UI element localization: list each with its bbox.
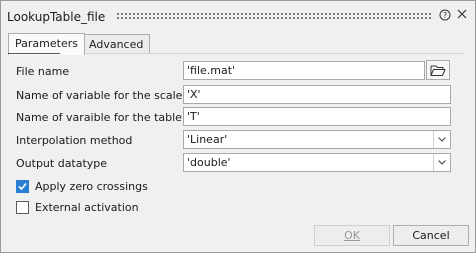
tab-advanced-label: Advanced bbox=[89, 38, 144, 51]
datatype-label: Output datatype bbox=[16, 157, 108, 170]
datatype-select[interactable]: 'double' bbox=[183, 153, 451, 172]
zero-crossings-label[interactable]: Apply zero crossings bbox=[35, 180, 148, 193]
tab-parameters[interactable]: Parameters bbox=[8, 33, 85, 55]
question-circle-icon: ? bbox=[439, 9, 451, 21]
scale-variable-input[interactable]: 'X' bbox=[183, 85, 451, 104]
interpolation-select[interactable]: 'Linear' bbox=[183, 130, 451, 149]
interpolation-value: 'Linear' bbox=[187, 133, 228, 146]
close-icon[interactable] bbox=[455, 9, 469, 23]
help-icon[interactable]: ? bbox=[438, 9, 452, 23]
external-activation-checkbox[interactable] bbox=[16, 201, 29, 214]
table-variable-label: Name of varaible for the table data bbox=[16, 111, 211, 124]
file-name-input[interactable]: 'file.mat' bbox=[183, 61, 425, 80]
browse-file-button[interactable] bbox=[426, 60, 450, 80]
cancel-button-label: Cancel bbox=[412, 229, 450, 242]
window-title: LookupTable_file bbox=[7, 10, 106, 24]
ok-button-label: OK bbox=[344, 229, 360, 242]
svg-text:?: ? bbox=[443, 11, 447, 20]
checkmark-icon bbox=[18, 182, 27, 191]
zero-crossings-checkbox[interactable] bbox=[16, 180, 29, 193]
chevron-down-icon[interactable] bbox=[433, 131, 450, 148]
datatype-value: 'double' bbox=[187, 156, 231, 169]
chevron-down-icon[interactable] bbox=[433, 154, 450, 171]
active-tab-indicator bbox=[8, 53, 60, 54]
cancel-button[interactable]: Cancel bbox=[393, 225, 469, 246]
tab-parameters-label: Parameters bbox=[15, 37, 78, 50]
file-name-label: File name bbox=[16, 65, 70, 78]
interpolation-label: Interpolation method bbox=[16, 134, 133, 147]
ok-button[interactable]: OK bbox=[314, 225, 390, 246]
folder-open-icon bbox=[430, 65, 446, 76]
tab-advanced[interactable]: Advanced bbox=[82, 34, 151, 54]
close-x-icon bbox=[457, 9, 467, 19]
title-drag-grip[interactable] bbox=[116, 12, 432, 20]
table-variable-input[interactable]: 'T' bbox=[183, 107, 451, 126]
external-activation-label[interactable]: External activation bbox=[35, 201, 139, 214]
scale-variable-label: Name of variable for the scale bbox=[16, 89, 183, 102]
